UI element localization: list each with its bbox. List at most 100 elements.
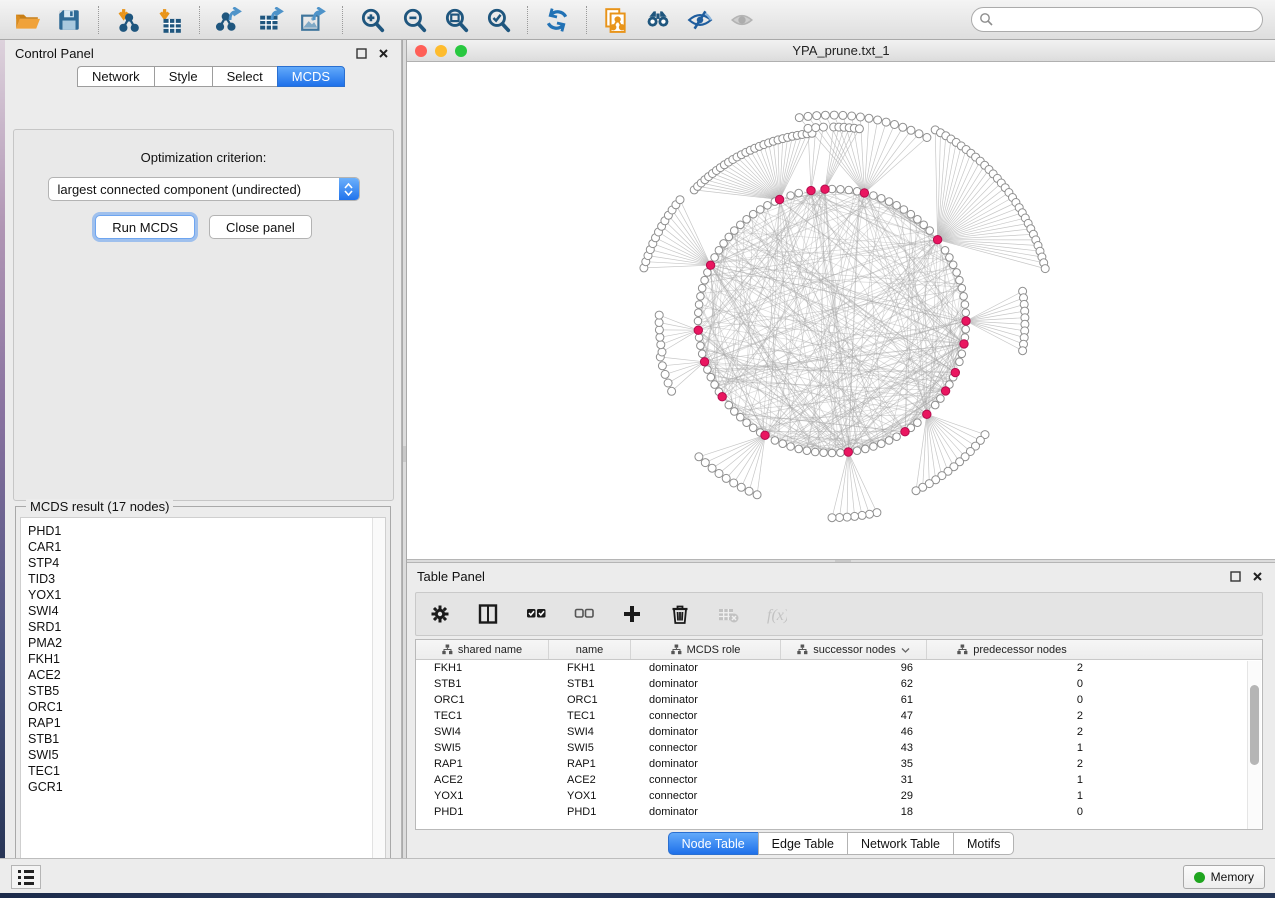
table-scrollbar[interactable]	[1247, 661, 1261, 829]
splitter-grip[interactable]	[403, 446, 406, 462]
show-hidden-button[interactable]	[723, 4, 761, 36]
run-mcds-button[interactable]: Run MCDS	[95, 215, 195, 239]
select-all-rows-button[interactable]	[522, 599, 550, 629]
hierarchy-sort-icon	[957, 644, 968, 655]
cell: YOX1	[416, 788, 549, 804]
table-row[interactable]: FKH1FKH1dominator962	[416, 660, 1262, 676]
export-table-button[interactable]	[252, 4, 290, 36]
mcds-result-item[interactable]: STB1	[28, 731, 385, 747]
save-session-button[interactable]	[50, 4, 88, 36]
mcds-result-item[interactable]: FKH1	[28, 651, 385, 667]
export-network-button[interactable]	[210, 4, 248, 36]
table-row[interactable]: ORC1ORC1dominator610	[416, 692, 1262, 708]
table-row[interactable]: RAP1RAP1dominator352	[416, 756, 1262, 772]
delete-table-button[interactable]	[714, 599, 742, 629]
import-network-icon	[115, 7, 141, 33]
refresh-button[interactable]	[538, 4, 576, 36]
find-button[interactable]	[639, 4, 677, 36]
tab-mcds[interactable]: MCDS	[277, 66, 345, 87]
tab-edge-table[interactable]: Edge Table	[758, 832, 847, 855]
tab-select[interactable]: Select	[212, 66, 277, 87]
network-view-canvas[interactable]	[407, 62, 1275, 559]
mcds-result-item[interactable]: YOX1	[28, 587, 385, 603]
close-panel-button[interactable]: Close panel	[209, 215, 312, 239]
new-network-from-selection-button[interactable]	[597, 4, 635, 36]
close-panel-icon[interactable]	[375, 45, 391, 61]
tab-network-table[interactable]: Network Table	[847, 832, 953, 855]
column-header-successor-nodes[interactable]: successor nodes	[781, 640, 927, 659]
deselect-all-rows-button[interactable]	[570, 599, 598, 629]
float-panel-icon[interactable]	[1227, 568, 1243, 584]
mcds-result-item[interactable]: ORC1	[28, 699, 385, 715]
optimization-criterion-select[interactable]: largest connected component (undirected)	[48, 177, 360, 201]
zoom-in-button[interactable]	[353, 4, 391, 36]
select-stepper-icon	[339, 178, 359, 200]
zoom-out-button[interactable]	[395, 4, 433, 36]
cell: 46	[781, 724, 927, 740]
mcds-result-item[interactable]: TID3	[28, 571, 385, 587]
network-window-titlebar[interactable]: YPA_prune.txt_1	[407, 40, 1275, 62]
cell: ACE2	[549, 772, 631, 788]
table-row[interactable]: YOX1YOX1connector291	[416, 788, 1262, 804]
mcds-result-item[interactable]: GCR1	[28, 779, 385, 795]
splitter-grip[interactable]	[835, 560, 851, 562]
mcds-result-item[interactable]: PHD1	[28, 523, 385, 539]
mcds-result-item[interactable]: PMA2	[28, 635, 385, 651]
zoom-fit-button[interactable]	[437, 4, 475, 36]
function-builder-button[interactable]: f(x)	[762, 599, 790, 629]
mcds-result-item[interactable]: STB5	[28, 683, 385, 699]
main-toolbar	[0, 0, 1275, 40]
memory-button[interactable]: Memory	[1183, 865, 1265, 889]
mcds-result-list[interactable]: PHD1CAR1STP4TID3YOX1SWI4SRD1PMA2FKH1ACE2…	[20, 517, 386, 873]
tab-motifs[interactable]: Motifs	[953, 832, 1014, 855]
column-header-predecessor-nodes[interactable]: predecessor nodes	[927, 640, 1097, 659]
plus-icon	[621, 603, 643, 625]
mcds-result-item[interactable]: TEC1	[28, 763, 385, 779]
table-settings-button[interactable]	[426, 599, 454, 629]
cell: 2	[927, 724, 1097, 740]
export-image-button[interactable]	[294, 4, 332, 36]
cell: ORC1	[549, 692, 631, 708]
close-panel-icon[interactable]	[1249, 568, 1265, 584]
mcds-result-item[interactable]: ACE2	[28, 667, 385, 683]
mcds-result-item[interactable]: STP4	[28, 555, 385, 571]
column-header-name[interactable]: name	[549, 640, 631, 659]
import-network-button[interactable]	[109, 4, 147, 36]
hide-selected-button[interactable]	[681, 4, 719, 36]
open-file-button[interactable]	[8, 4, 46, 36]
add-column-button[interactable]	[618, 599, 646, 629]
table-row[interactable]: TEC1TEC1connector472	[416, 708, 1262, 724]
table-row[interactable]: PHD1PHD1dominator180	[416, 804, 1262, 820]
status-menu-button[interactable]	[11, 865, 41, 889]
mcds-result-item[interactable]: SRD1	[28, 619, 385, 635]
table-scrollbar-thumb[interactable]	[1250, 685, 1259, 765]
mcds-result-item[interactable]: CAR1	[28, 539, 385, 555]
float-panel-icon[interactable]	[353, 45, 369, 61]
table-row[interactable]: SWI5SWI5connector431	[416, 740, 1262, 756]
cell: RAP1	[416, 756, 549, 772]
import-table-icon	[157, 7, 183, 33]
table-row[interactable]: SWI4SWI4dominator462	[416, 724, 1262, 740]
mcds-result-item[interactable]: SWI4	[28, 603, 385, 619]
tab-node-table[interactable]: Node Table	[668, 832, 758, 855]
mcds-list-scrollbar[interactable]	[372, 518, 385, 872]
show-columns-button[interactable]	[474, 599, 502, 629]
table-delete-icon	[717, 603, 739, 625]
tab-network[interactable]: Network	[77, 66, 154, 87]
cell: 2	[927, 660, 1097, 676]
table-row[interactable]: STB1STB1dominator620	[416, 676, 1262, 692]
table-row[interactable]: ACE2ACE2connector311	[416, 772, 1262, 788]
toolbar-separator	[586, 6, 587, 34]
mcds-result-item[interactable]: RAP1	[28, 715, 385, 731]
zoom-selected-button[interactable]	[479, 4, 517, 36]
search-input[interactable]	[971, 7, 1263, 32]
column-header-MCDS-role[interactable]: MCDS role	[631, 640, 781, 659]
tab-style[interactable]: Style	[154, 66, 212, 87]
cell: 35	[781, 756, 927, 772]
mcds-result-item[interactable]: SWI5	[28, 747, 385, 763]
cell: 62	[781, 676, 927, 692]
import-table-button[interactable]	[151, 4, 189, 36]
delete-column-button[interactable]	[666, 599, 694, 629]
cell: connector	[631, 788, 781, 804]
column-header-shared-name[interactable]: shared name	[416, 640, 549, 659]
